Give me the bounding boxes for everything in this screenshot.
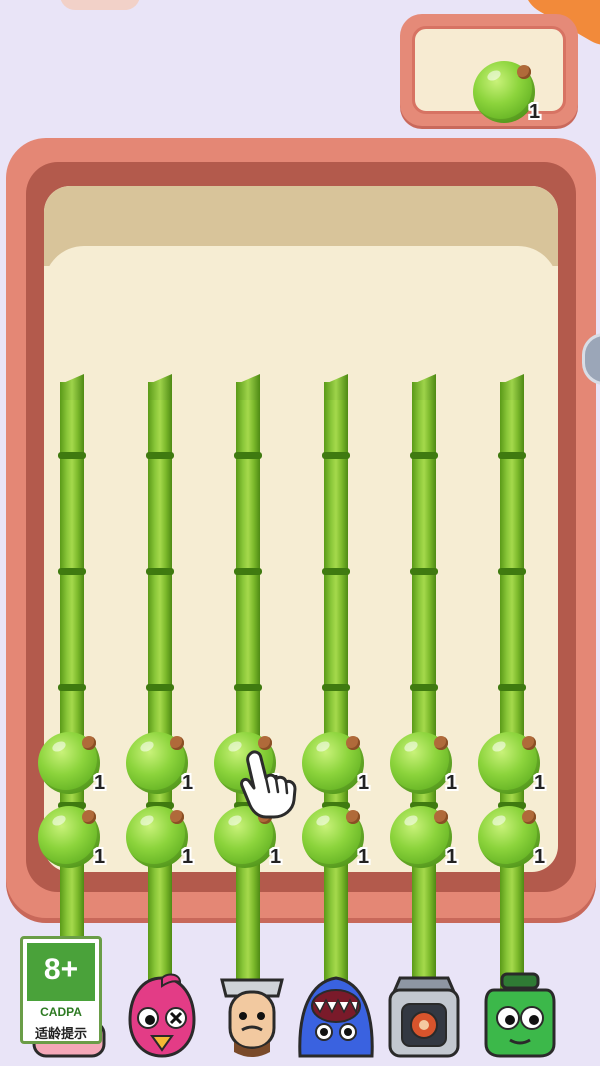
- bamboo-node: [410, 684, 438, 691]
- bamboo-node: [58, 568, 86, 575]
- age-rating-value: 8+: [43, 953, 79, 986]
- bamboo-node: [234, 452, 262, 459]
- blue-shark-monster-icon[interactable]: [296, 972, 376, 1060]
- age-rating-box: 8+: [27, 943, 95, 1001]
- age-rating-badge: 8+ CADPA 适龄提示: [20, 936, 102, 1044]
- ball-count: 1: [182, 772, 194, 794]
- ball-count: 1: [358, 772, 370, 794]
- fruit-ball[interactable]: 1: [38, 802, 106, 868]
- bamboo-node: [322, 684, 350, 691]
- ball-count: 1: [534, 772, 546, 794]
- bamboo-node: [410, 568, 438, 575]
- bamboo-rod[interactable]: [322, 382, 350, 1002]
- bamboo-node: [146, 568, 174, 575]
- ball-count: 1: [94, 772, 106, 794]
- bamboo-rod[interactable]: [234, 382, 262, 1002]
- bamboo-rod[interactable]: [410, 382, 438, 1002]
- ball-count: 1: [270, 846, 282, 868]
- hand-pointer-icon: [240, 750, 297, 819]
- fruit-ball[interactable]: 1: [390, 802, 458, 868]
- fruit-ball[interactable]: 1: [478, 802, 546, 868]
- green-bottle-monster-icon[interactable]: [480, 972, 560, 1060]
- bamboo-node: [410, 452, 438, 459]
- bamboo-node: [234, 684, 262, 691]
- rating-org-label: CADPA: [40, 1005, 82, 1019]
- fruit-ball[interactable]: 1: [302, 802, 370, 868]
- bamboo-rod[interactable]: [58, 382, 86, 1002]
- age-tip-label: 适龄提示: [34, 1027, 87, 1042]
- bamboo-node: [146, 684, 174, 691]
- bamboo-node: [498, 684, 526, 691]
- bamboo-node: [58, 684, 86, 691]
- ball-count: 1: [182, 846, 194, 868]
- robot-box-icon[interactable]: [384, 972, 464, 1060]
- ball-count: 1: [358, 846, 370, 868]
- ball-count: 1: [534, 846, 546, 868]
- fruit-ball[interactable]: 1: [126, 728, 194, 794]
- upside-down-man-icon[interactable]: [212, 972, 292, 1060]
- ball-count: 1: [446, 772, 458, 794]
- pink-bird-icon[interactable]: [122, 972, 202, 1060]
- target-slot: 1: [412, 26, 566, 123]
- target-count: 1: [529, 101, 541, 123]
- bamboo-node: [498, 452, 526, 459]
- target-ball: 1: [473, 57, 541, 123]
- bamboo-rod[interactable]: [146, 382, 174, 1002]
- bamboo-node: [146, 452, 174, 459]
- bamboo-node: [58, 452, 86, 459]
- target-panel: 1: [400, 14, 578, 126]
- bamboo-node: [322, 452, 350, 459]
- fruit-ball[interactable]: 1: [126, 802, 194, 868]
- bamboo-node: [234, 568, 262, 575]
- fruit-ball[interactable]: 1: [38, 728, 106, 794]
- fruit-ball[interactable]: 1: [390, 728, 458, 794]
- bamboo-rod[interactable]: [498, 382, 526, 1002]
- ball-count: 1: [446, 846, 458, 868]
- fruit-ball[interactable]: 1: [478, 728, 546, 794]
- bamboo-node: [322, 568, 350, 575]
- background-decoration: [60, 0, 140, 10]
- ball-count: 1: [94, 846, 106, 868]
- fruit-ball[interactable]: 1: [302, 728, 370, 794]
- bamboo-node: [498, 568, 526, 575]
